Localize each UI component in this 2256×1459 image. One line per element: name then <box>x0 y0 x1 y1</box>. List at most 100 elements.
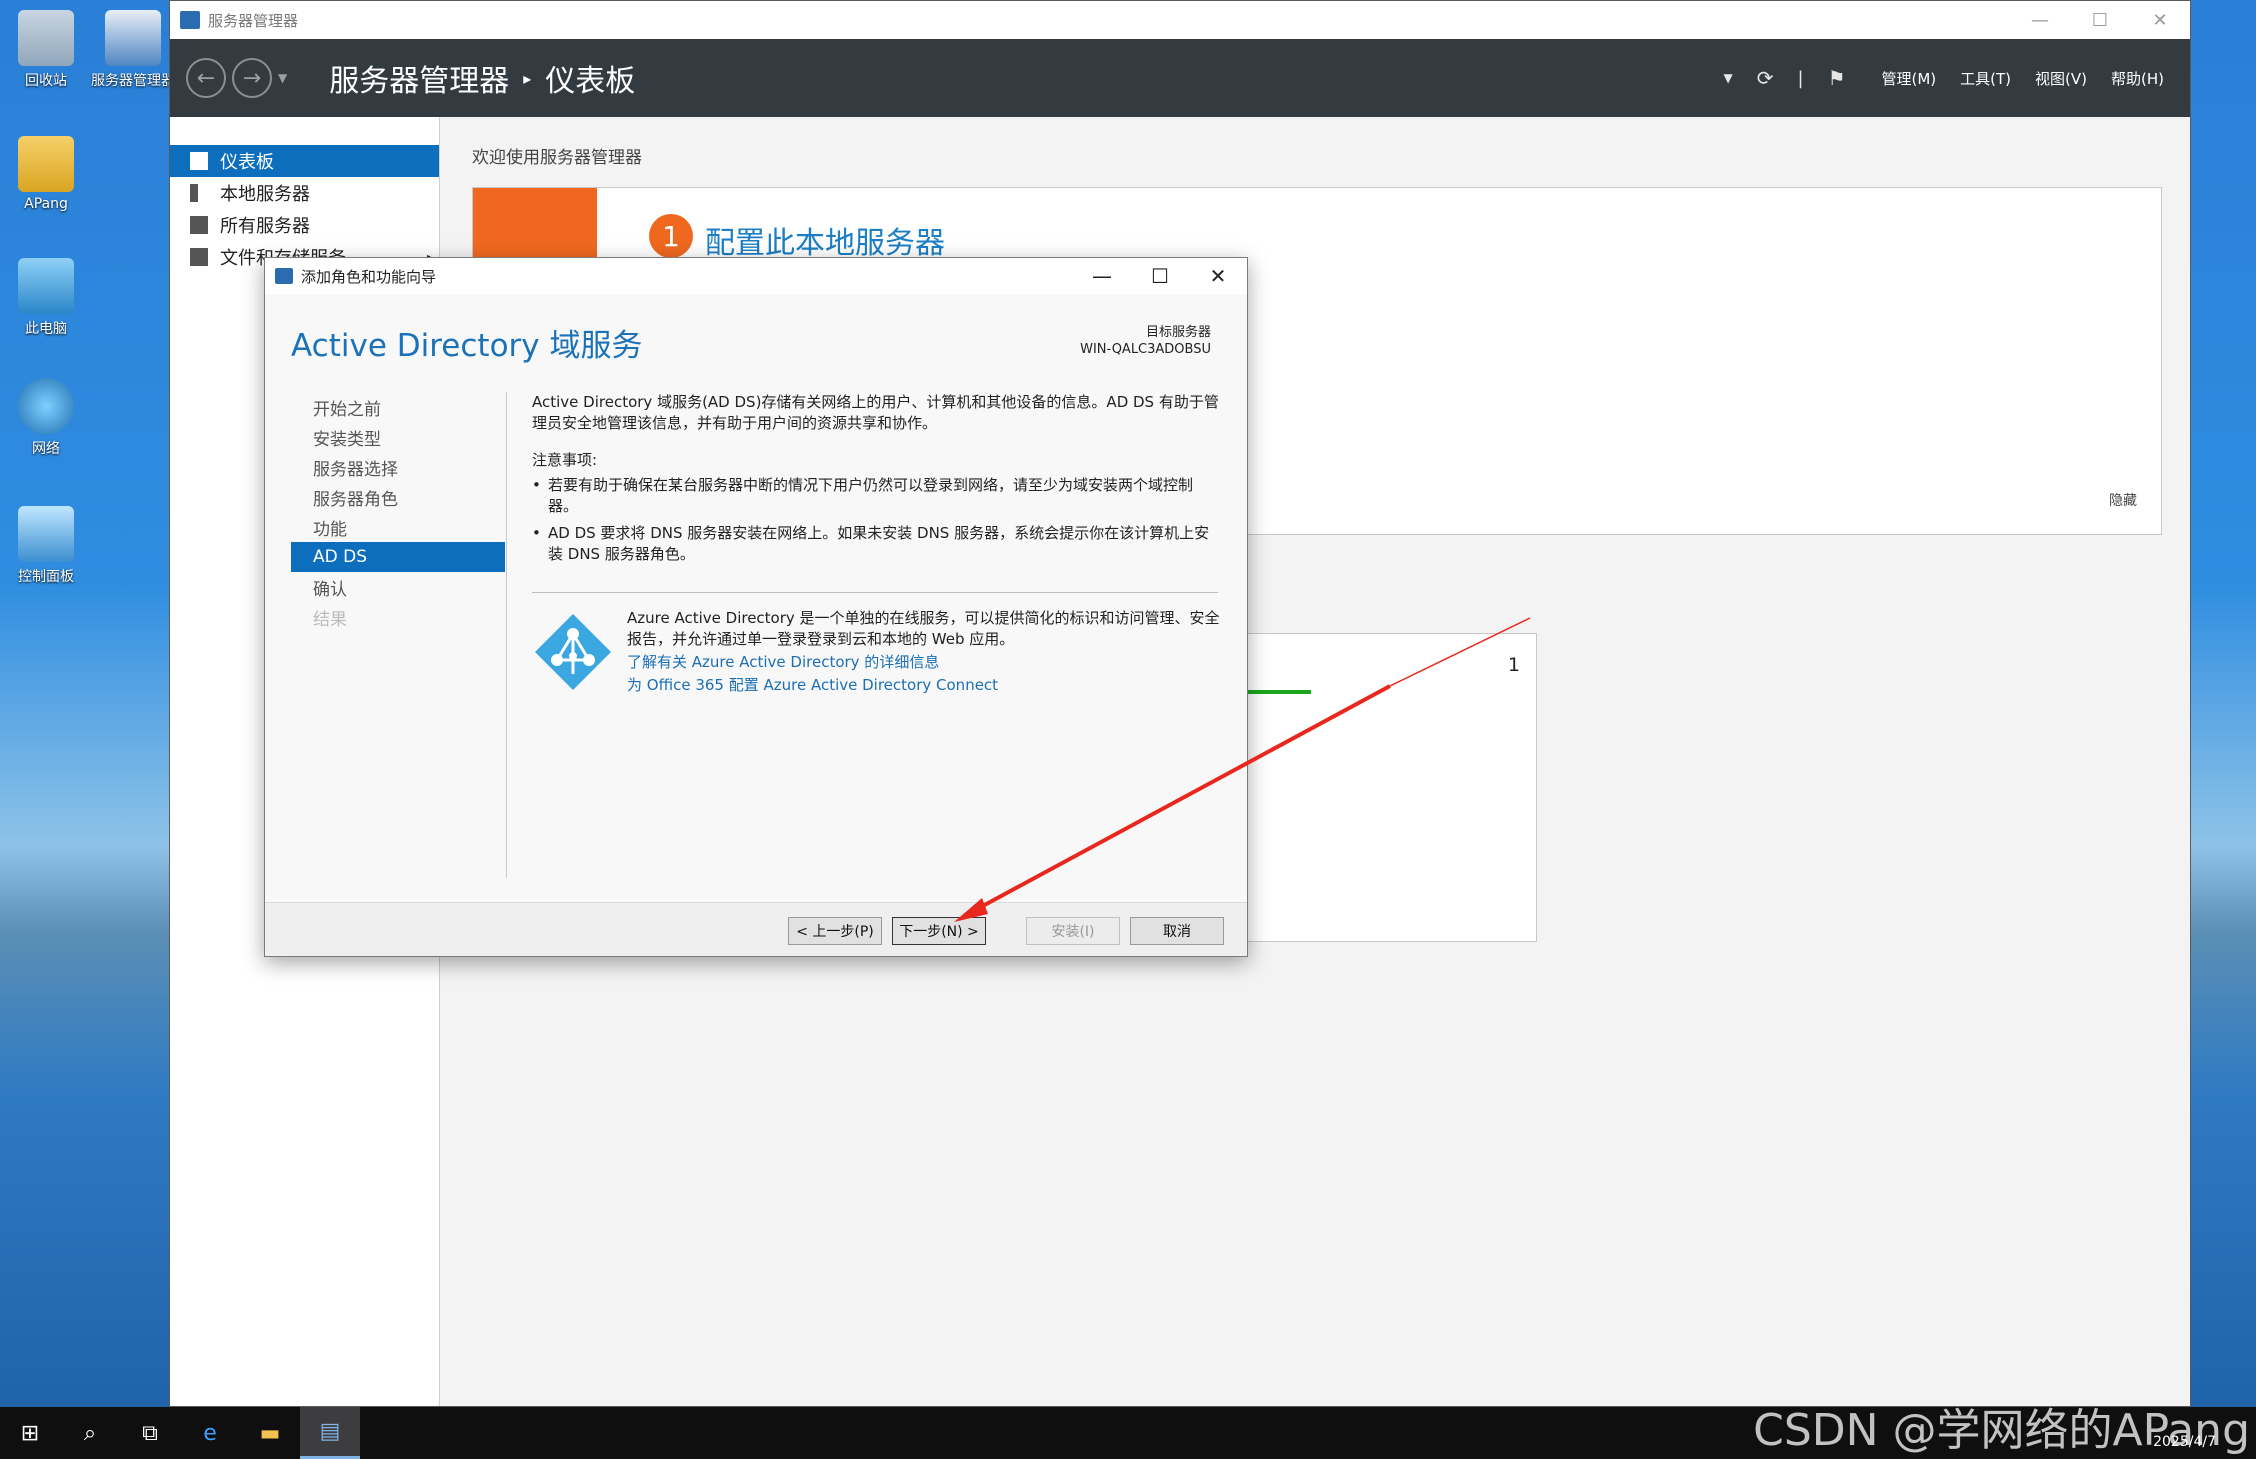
maximize-icon[interactable]: ☐ <box>2070 1 2130 39</box>
welcome-title: 欢迎使用服务器管理器 <box>472 148 642 168</box>
steps-divider <box>506 392 507 878</box>
previous-button[interactable]: < 上一步(P) <box>788 917 882 945</box>
target-server-value: WIN-QALC3ADOBSU <box>1080 342 1211 357</box>
minimize-icon[interactable]: — <box>2010 1 2070 39</box>
tile-count: 1 <box>1507 654 1520 676</box>
forward-button[interactable]: → <box>232 58 272 98</box>
wizard-step-before-begin[interactable]: 开始之前 <box>291 392 505 422</box>
install-button: 安装(I) <box>1026 917 1120 945</box>
note-item: AD DS 要求将 DNS 服务器安装在网络上。如果未安装 DNS 服务器，系统… <box>532 523 1222 565</box>
close-icon[interactable]: ✕ <box>2130 1 2190 39</box>
breadcrumb-page: 仪表板 <box>545 64 636 99</box>
dialog-footer: < 上一步(P) 下一步(N) > 安装(I) 取消 <box>265 902 1247 956</box>
wizard-step-ad-ds[interactable]: AD DS <box>291 542 505 572</box>
desktop-icon-apang[interactable]: APang <box>0 136 96 212</box>
azure-connect-link[interactable]: 为 Office 365 配置 Azure Active Directory C… <box>627 675 1222 696</box>
wizard-step-server-selection[interactable]: 服务器选择 <box>291 452 505 482</box>
desktop-icon-this-pc[interactable]: 此电脑 <box>0 258 96 338</box>
notes-list: 若要有助于确保在某台服务器中断的情况下用户仍然可以登录到网络，请至少为域安装两个… <box>532 475 1222 565</box>
wizard-step-features[interactable]: 功能 <box>291 512 505 542</box>
breadcrumb: 服务器管理器 ▸ 仪表板 <box>329 56 635 100</box>
desktop-icon-network[interactable]: 网络 <box>0 378 96 458</box>
cancel-button[interactable]: 取消 <box>1130 917 1224 945</box>
breadcrumb-app[interactable]: 服务器管理器 <box>329 56 509 100</box>
desktop-icon-label: APang <box>24 196 68 212</box>
maximize-icon[interactable]: ☐ <box>1131 258 1189 294</box>
task-view-icon[interactable]: ⧉ <box>120 1407 180 1459</box>
wizard-step-confirmation[interactable]: 确认 <box>291 572 505 602</box>
wizard-step-server-roles[interactable]: 服务器角色 <box>291 482 505 512</box>
ad-ds-intro: Active Directory 域服务(AD DS)存储有关网络上的用户、计算… <box>532 393 1219 432</box>
quick-start-tile <box>473 188 597 268</box>
dialog-title: 添加角色和功能向导 <box>301 267 437 286</box>
network-globe-icon <box>18 378 74 434</box>
window-controls: — ☐ ✕ <box>2010 1 2190 39</box>
dropdown-icon[interactable]: ▼ <box>1724 71 1733 85</box>
sidebar-item-label: 仪表板 <box>220 152 274 173</box>
desktop-icon-label: 网络 <box>32 441 60 457</box>
sidebar-item-dashboard[interactable]: 仪表板 <box>170 145 439 177</box>
user-folder-icon <box>18 136 74 192</box>
computer-icon <box>18 258 74 314</box>
dialog-window-controls: — ☐ ✕ <box>1073 258 1247 294</box>
sidebar-item-label: 所有服务器 <box>220 216 310 237</box>
internet-explorer-icon[interactable]: e <box>180 1407 240 1459</box>
desktop-icon-label: 此电脑 <box>25 321 67 337</box>
server-manager-icon <box>180 11 200 29</box>
search-icon[interactable]: ⌕ <box>60 1407 120 1459</box>
add-roles-wizard-dialog: 添加角色和功能向导 — ☐ ✕ Active Directory 域服务 目标服… <box>264 257 1248 957</box>
desktop-icon-label: 控制面板 <box>18 569 74 585</box>
wizard-steps-nav: 开始之前 安装类型 服务器选择 服务器角色 功能 AD DS 确认 结果 <box>291 392 505 632</box>
azure-ad-section: Azure Active Directory 是一个单独的在线服务，可以提供简化… <box>627 608 1222 696</box>
control-panel-icon <box>18 506 74 562</box>
desktop-icon-label: 服务器管理器 <box>91 73 175 89</box>
sidebar-item-label: 本地服务器 <box>220 184 310 205</box>
refresh-icon[interactable]: ⟳ <box>1757 66 1774 90</box>
next-button[interactable]: 下一步(N) > <box>892 917 986 945</box>
desktop-icon-server-manager[interactable]: 服务器管理器 <box>88 10 178 90</box>
target-server-label: 目标服务器 <box>1145 325 1211 340</box>
notes-title: 注意事项: <box>532 451 598 469</box>
header-toolbar: ▼ ⟳ | ⚑ 管理(M) 工具(T) 视图(V) 帮助(H) <box>1712 39 2165 117</box>
storage-icon <box>190 248 208 266</box>
dashboard-grid-icon <box>190 152 208 170</box>
file-explorer-icon[interactable]: ▬ <box>240 1407 300 1459</box>
close-icon[interactable]: ✕ <box>1189 258 1247 294</box>
menu-manage[interactable]: 管理(M) <box>1882 68 1937 89</box>
server-manager-taskbar-icon[interactable]: ▤ <box>300 1407 360 1459</box>
wizard-app-icon <box>275 268 293 284</box>
server-manager-header: ← → ▼ 服务器管理器 ▸ 仪表板 ▼ ⟳ | ⚑ 管理(M) 工具(T) 视… <box>170 39 2190 117</box>
menu-view[interactable]: 视图(V) <box>2035 68 2087 89</box>
azure-ad-icon <box>535 614 611 690</box>
step-number-badge: 1 <box>649 214 693 258</box>
start-windows-icon[interactable]: ⊞ <box>0 1407 60 1459</box>
breadcrumb-separator-icon: ▸ <box>523 68 532 88</box>
servers-icon <box>190 216 208 234</box>
configure-local-server-link[interactable]: 配置此本地服务器 <box>705 218 945 262</box>
window-titlebar: 服务器管理器 <box>170 1 2190 39</box>
azure-learn-more-link[interactable]: 了解有关 Azure Active Directory 的详细信息 <box>627 652 1222 673</box>
wizard-heading: Active Directory 域服务 <box>291 328 643 364</box>
sidebar-item-all-servers[interactable]: 所有服务器 <box>170 209 439 241</box>
hide-link[interactable]: 隐藏 <box>2109 490 2137 510</box>
menu-help[interactable]: 帮助(H) <box>2111 68 2164 89</box>
desktop-icon-control-panel[interactable]: 控制面板 <box>0 506 96 586</box>
divider-icon: | <box>1797 67 1804 89</box>
history-dropdown-icon[interactable]: ▼ <box>278 71 287 85</box>
desktop-icon-recycle-bin[interactable]: 回收站 <box>0 10 96 90</box>
notifications-flag-icon[interactable]: ⚑ <box>1828 66 1846 90</box>
minimize-icon[interactable]: — <box>1073 258 1131 294</box>
server-icon <box>190 184 198 202</box>
desktop-icon-label: 回收站 <box>25 73 67 89</box>
server-manager-icon <box>105 10 161 66</box>
csdn-watermark: CSDN @学网络的APang <box>1753 1405 2250 1456</box>
sidebar-item-local-server[interactable]: 本地服务器 <box>170 177 439 209</box>
section-divider <box>532 592 1218 593</box>
recycle-bin-icon <box>18 10 74 66</box>
menu-tools[interactable]: 工具(T) <box>1960 68 2011 89</box>
azure-description: Azure Active Directory 是一个单独的在线服务，可以提供简化… <box>627 609 1220 648</box>
back-button[interactable]: ← <box>186 58 226 98</box>
target-server: 目标服务器 WIN-QALC3ADOBSU <box>1080 324 1211 358</box>
wizard-step-install-type[interactable]: 安装类型 <box>291 422 505 452</box>
window-title: 服务器管理器 <box>208 11 299 30</box>
